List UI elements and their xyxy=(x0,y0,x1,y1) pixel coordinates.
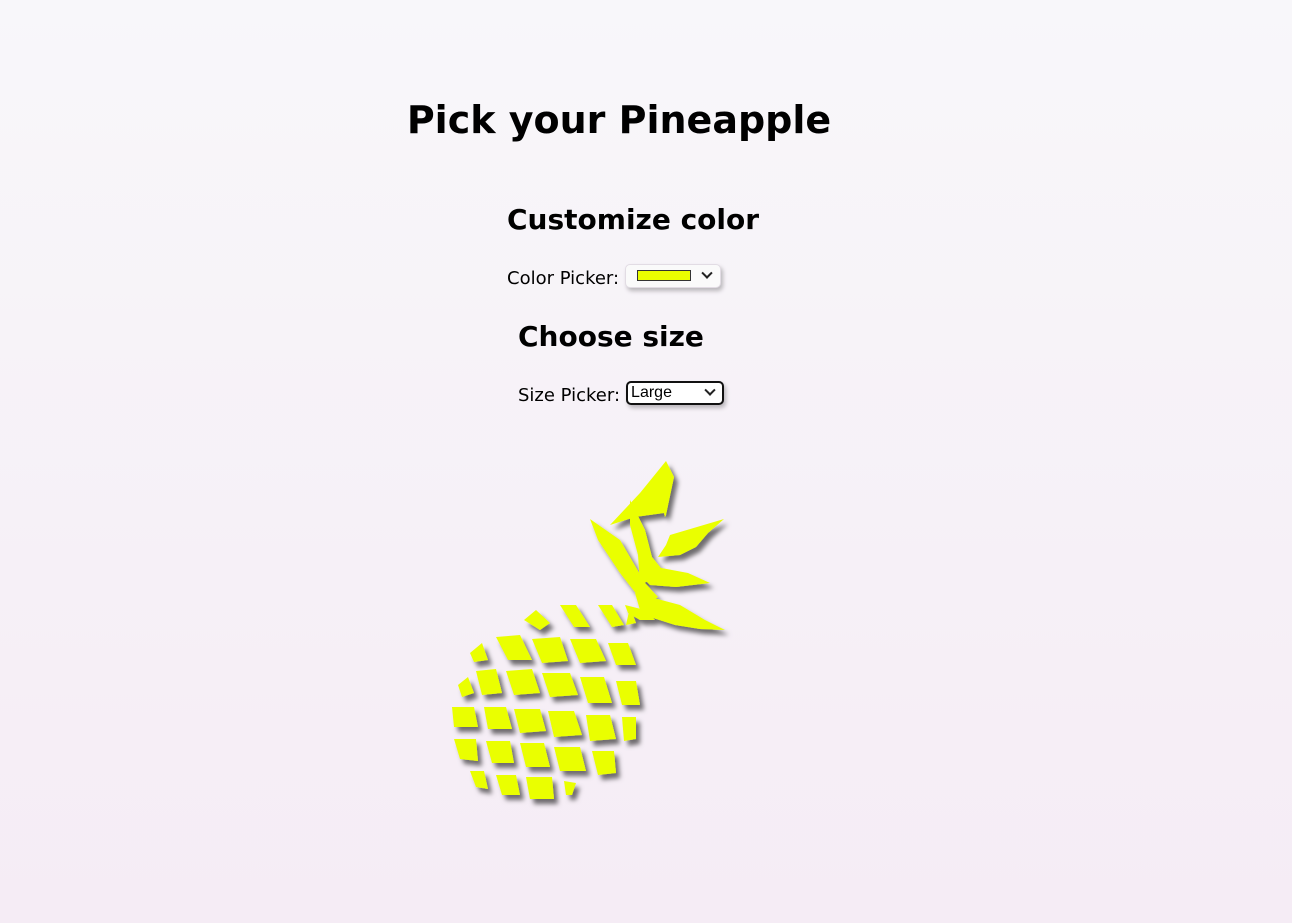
choose-size-heading: Choose size xyxy=(518,320,704,353)
page-title: Pick your Pineapple xyxy=(406,98,832,142)
size-picker-label: Size Picker: xyxy=(518,385,621,406)
pineapple-icon xyxy=(452,461,725,799)
color-picker-label: Color Picker: xyxy=(507,268,620,289)
chevron-down-icon xyxy=(704,384,716,396)
color-picker-input[interactable] xyxy=(625,263,722,288)
size-select[interactable]: Large xyxy=(626,380,725,405)
chevron-down-icon xyxy=(701,267,713,279)
color-picker-row: Color Picker: xyxy=(507,262,722,289)
customize-color-heading: Customize color xyxy=(507,203,760,236)
color-swatch xyxy=(637,270,692,281)
size-select-value: Large xyxy=(631,383,672,401)
size-picker-row: Size Picker: Large xyxy=(518,379,725,406)
